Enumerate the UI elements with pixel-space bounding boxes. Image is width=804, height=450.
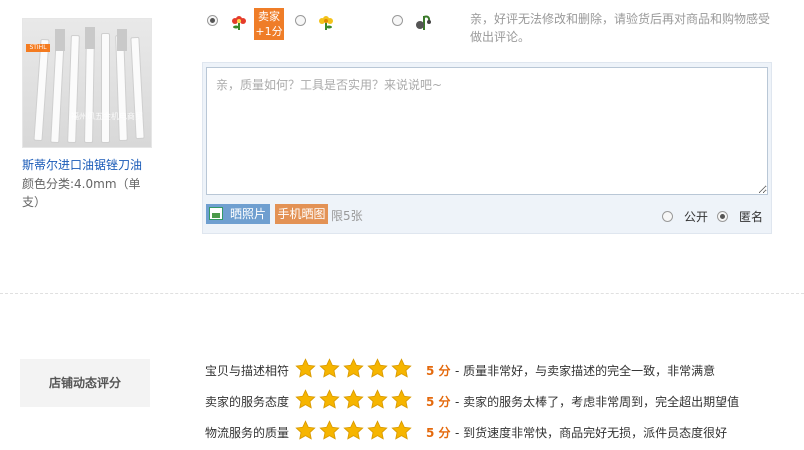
row-description: - 质量非常好，与卖家描述的完全一致，非常满意 [455,364,716,378]
review-notice: 亲，好评无法修改和删除，请验货后再对商品和购物感受做出评论。 [470,12,771,44]
product-title-link[interactable]: 斯蒂尔进口油锯锉刀油 [22,156,162,173]
row-score: 5 分 [426,364,451,378]
photo-icon [209,207,223,220]
star-icon[interactable] [343,358,364,379]
visibility-anonymous-label[interactable]: 匿名 [739,208,763,225]
rating-good-radio[interactable] [207,15,218,26]
shop-rating-title: 店铺动态评分 [20,359,150,407]
row-score: 5 分 [426,426,451,440]
star-icon[interactable] [391,358,412,379]
visibility-public-radio[interactable] [662,211,673,222]
seller-bonus-badge: 卖家 +1分 [254,8,284,40]
star-icon[interactable] [367,389,388,410]
star-icon[interactable] [319,420,340,441]
star-icon[interactable] [367,420,388,441]
review-textarea[interactable] [206,67,768,195]
star-icon[interactable] [367,358,388,379]
row-label: 卖家的服务态度 [205,395,290,409]
rating-neutral-radio[interactable] [295,15,306,26]
star-icon[interactable] [319,358,340,379]
product-image[interactable]: STIHL 福州凤五金机电商贸 [22,18,152,148]
product-spec: 颜色分类:4.0mm（单支） [22,177,141,209]
row-score: 5 分 [426,395,451,409]
visibility-anonymous-radio[interactable] [717,211,728,222]
yellow-flower-icon[interactable] [317,13,335,31]
star-icon[interactable] [319,389,340,410]
star-icon[interactable] [391,420,412,441]
star-icon[interactable] [295,420,316,441]
star-icon[interactable] [295,358,316,379]
section-divider [0,293,804,294]
star-icon[interactable] [343,389,364,410]
row-label: 物流服务的质量 [205,426,290,440]
rating-bad-radio[interactable] [392,15,403,26]
row-description: - 到货速度非常快，商品完好无损，派件员态度很好 [455,426,728,440]
star-icon[interactable] [295,389,316,410]
wilted-flower-icon[interactable] [414,13,432,31]
row-label: 宝贝与描述相符 [205,364,290,378]
photo-limit-text: 限5张 [331,209,363,223]
image-watermark: 福州凤五金机电商贸 [71,112,143,121]
mobile-upload-button[interactable]: 手机晒图 [275,204,328,224]
red-flower-icon[interactable] [230,13,248,31]
visibility-public-label[interactable]: 公开 [684,208,708,225]
upload-photo-button[interactable]: 晒照片 [206,204,270,224]
stihl-logo: STIHL [26,44,50,52]
star-icon[interactable] [391,389,412,410]
star-icon[interactable] [343,420,364,441]
row-description: - 卖家的服务太棒了，考虑非常周到，完全超出期望值 [455,395,740,409]
